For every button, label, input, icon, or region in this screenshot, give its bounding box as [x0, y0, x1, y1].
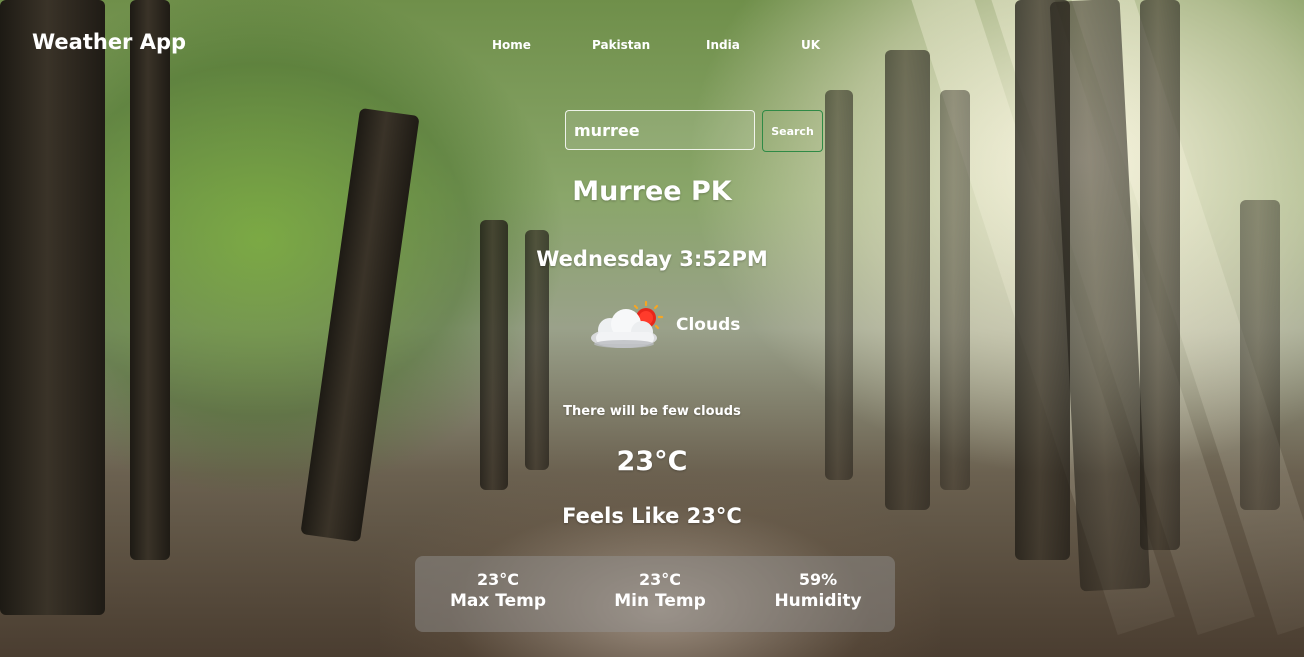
nav-india-link[interactable]: India: [706, 38, 740, 52]
nav-pakistan-link[interactable]: Pakistan: [592, 38, 650, 52]
weather-page: Weather App Home Pakistan India UK Searc…: [0, 0, 1304, 657]
humidity-label: Humidity: [774, 591, 862, 611]
min-temp-stat: 23°C Min Temp: [585, 570, 735, 611]
tree-trunk: [885, 50, 930, 510]
condition-label: Clouds: [676, 315, 741, 335]
few-clouds-sun-icon: [591, 300, 664, 348]
nav-home-link[interactable]: Home: [492, 38, 531, 52]
humidity-value: 59%: [798, 570, 838, 589]
tree-trunk: [940, 90, 970, 490]
search-button[interactable]: Search: [762, 110, 823, 152]
current-temperature: 23°C: [616, 446, 688, 477]
app-title: Weather App: [32, 30, 187, 54]
feels-like: Feels Like 23°C: [562, 504, 742, 528]
nav-uk-link[interactable]: UK: [801, 38, 820, 52]
min-temp-label: Min Temp: [614, 591, 706, 611]
stats-panel: 23°C Max Temp 23°C Min Temp 59% Humidity: [415, 556, 895, 632]
humidity-stat: 59% Humidity: [743, 570, 893, 611]
city-name: Murree PK: [572, 176, 732, 207]
max-temp-label: Max Temp: [449, 591, 547, 611]
max-temp-stat: 23°C Max Temp: [423, 570, 573, 611]
max-temp-value: 23°C: [476, 570, 519, 589]
city-search-input[interactable]: [565, 110, 755, 150]
date-time: Wednesday 3:52PM: [536, 247, 768, 271]
condition-row: Clouds: [588, 300, 740, 350]
weather-description: There will be few clouds: [563, 404, 741, 419]
min-temp-value: 23°C: [638, 570, 681, 589]
tree-trunk: [825, 90, 853, 480]
